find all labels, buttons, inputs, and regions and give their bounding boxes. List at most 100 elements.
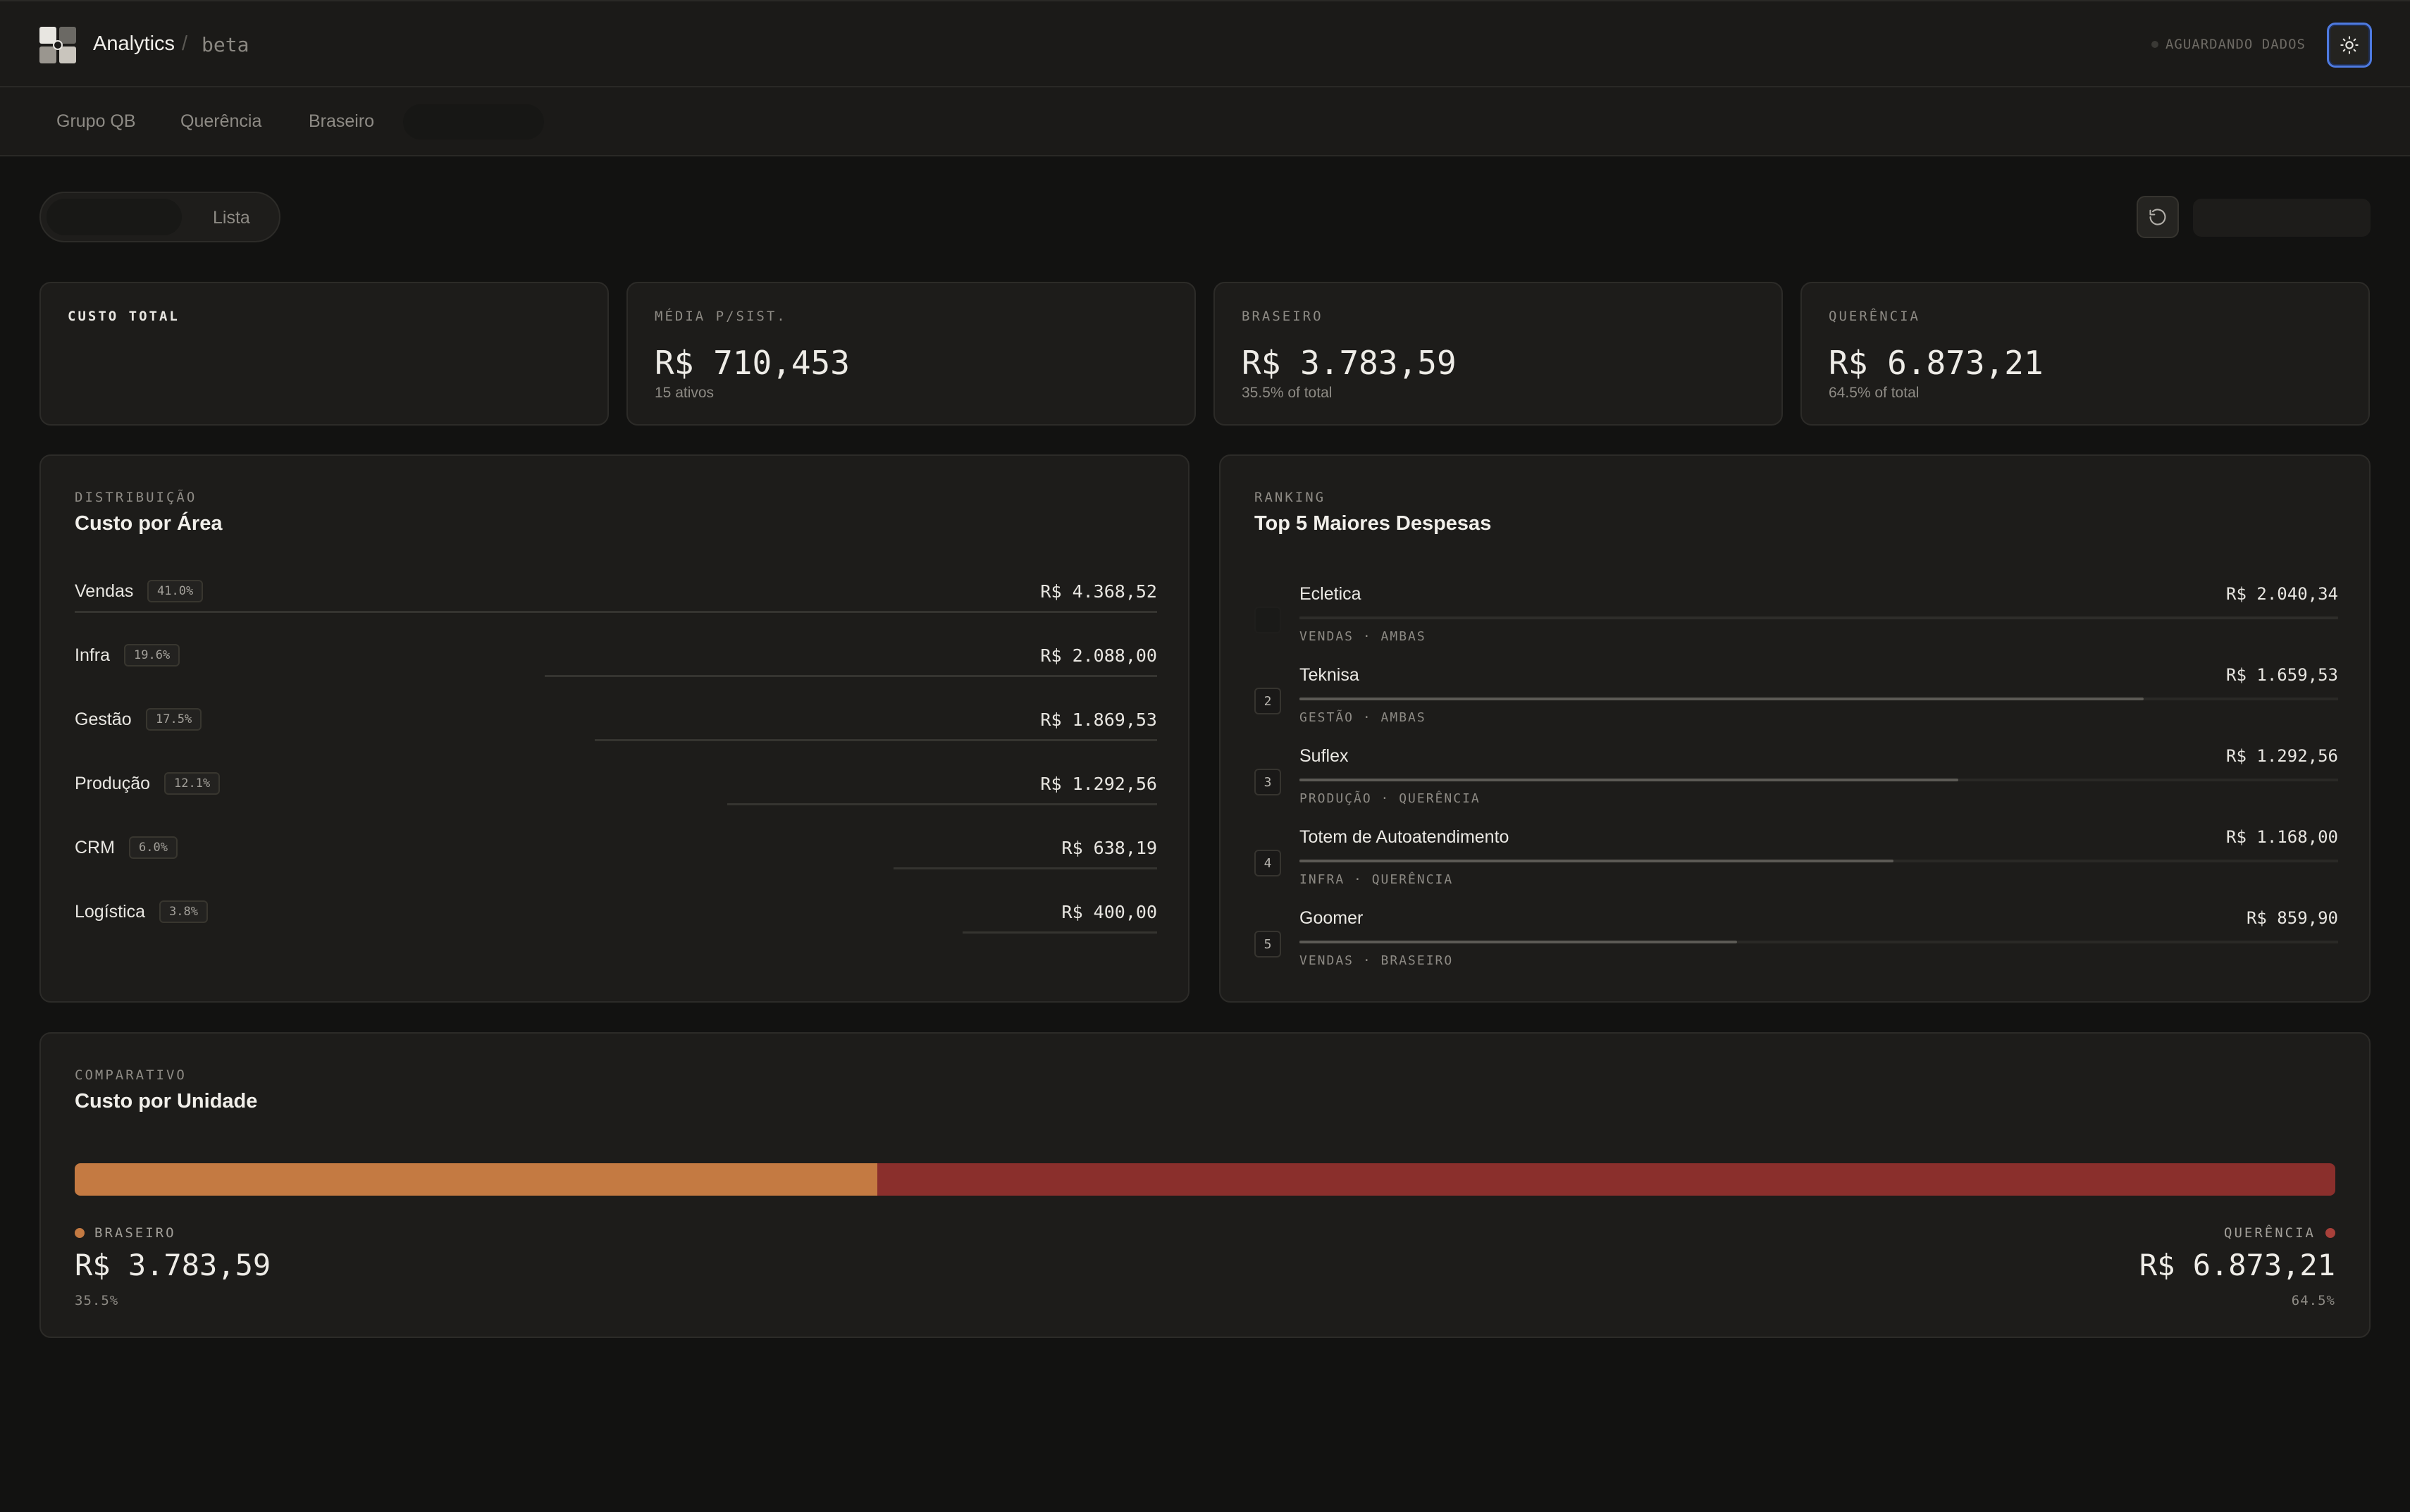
area-row: Logística 3.8% R$ 400,00 bbox=[75, 895, 1157, 951]
area-value: R$ 400,00 bbox=[1061, 902, 1157, 922]
area-bar-fill bbox=[594, 739, 1157, 741]
area-bar-fill bbox=[727, 803, 1157, 805]
section-title: Custo por Área bbox=[75, 512, 223, 535]
unit-tabs: Grupo QB Querência Braseiro bbox=[0, 87, 2410, 156]
expense-name: Teknisa bbox=[1299, 665, 1359, 685]
expense-bar-fill bbox=[1299, 698, 2144, 700]
kpi-card-media: MÉDIA P/SIST. R$ 710,453 15 ativos bbox=[626, 282, 1196, 426]
braseiro-dot-icon bbox=[75, 1228, 85, 1238]
area-row: Vendas 41.0% R$ 4.368,52 bbox=[75, 574, 1157, 631]
kpi-label: CUSTO TOTAL bbox=[68, 309, 180, 324]
kpi-card-braseiro: BRASEIRO R$ 3.783,59 35.5% of total bbox=[1213, 282, 1783, 426]
tab-grupo-qb[interactable]: Grupo QB bbox=[56, 111, 136, 132]
kpi-label: QUERÊNCIA bbox=[1829, 309, 1920, 324]
view-list-button[interactable]: Lista bbox=[213, 208, 250, 228]
expense-bar-fill bbox=[1299, 779, 1958, 781]
area-value: R$ 638,19 bbox=[1061, 838, 1157, 858]
expense-bar-fill bbox=[1299, 941, 1737, 943]
area-bar-track bbox=[75, 867, 1157, 869]
area-bar-fill bbox=[963, 931, 1157, 934]
tab-active-placeholder[interactable] bbox=[403, 104, 544, 140]
rank-number: 3 bbox=[1254, 769, 1281, 795]
area-value: R$ 4.368,52 bbox=[1040, 581, 1157, 602]
area-percent-badge: 3.8% bbox=[159, 900, 208, 923]
querencia-dot-icon bbox=[2325, 1228, 2335, 1238]
kpi-label: BRASEIRO bbox=[1242, 309, 1323, 324]
ranking-row: 3 Suflex R$ 1.292,56 PRODUÇÃO · QUERÊNCIA bbox=[1254, 746, 2338, 827]
area-bar-track bbox=[75, 675, 1157, 677]
period-selector[interactable] bbox=[2193, 199, 2371, 237]
comparison-label-right: QUERÊNCIA bbox=[2224, 1225, 2335, 1241]
area-row: CRM 6.0% R$ 638,19 bbox=[75, 831, 1157, 887]
expense-bar-track bbox=[1299, 616, 2338, 619]
area-name: Produção bbox=[75, 774, 151, 793]
ranking-row: 5 Goomer R$ 859,90 VENDAS · BRASEIRO bbox=[1254, 908, 2338, 989]
expense-bar-track bbox=[1299, 698, 2338, 700]
status-indicator: AGUARDANDO DADOS bbox=[2151, 37, 2306, 52]
rank-number: 5 bbox=[1254, 931, 1281, 958]
tab-querencia[interactable]: Querência bbox=[180, 111, 261, 132]
kpi-sub: 15 ativos bbox=[655, 385, 715, 401]
sun-icon bbox=[2340, 36, 2359, 54]
kpi-sub: 64.5% of total bbox=[1829, 385, 1920, 401]
comparison-segment-braseiro bbox=[75, 1163, 877, 1196]
area-distribution-card: DISTRIBUIÇÃO Custo por Área Vendas 41.0% R… bbox=[39, 454, 1189, 1003]
expense-value: R$ 1.659,53 bbox=[2226, 665, 2338, 685]
comparison-unit-name: QUERÊNCIA bbox=[2224, 1225, 2316, 1241]
comparison-segment-querencia bbox=[877, 1163, 2335, 1196]
area-name: Infra bbox=[75, 645, 111, 665]
area-name: Gestão bbox=[75, 709, 132, 729]
unit-comparison-bar bbox=[75, 1163, 2335, 1196]
refresh-icon bbox=[2149, 209, 2166, 225]
expense-name: Suflex bbox=[1299, 746, 1349, 766]
section-title: Top 5 Maiores Despesas bbox=[1254, 512, 1492, 535]
expense-bar-track bbox=[1299, 779, 2338, 781]
area-value: R$ 2.088,00 bbox=[1040, 645, 1157, 666]
expense-meta: GESTÃO · AMBAS bbox=[1299, 710, 1426, 725]
area-percent-badge: 41.0% bbox=[147, 580, 204, 602]
comparison-value-right: R$ 6.873,21 bbox=[2139, 1248, 2335, 1282]
view-cards-button[interactable] bbox=[47, 199, 182, 235]
ranking-row: Ecletica R$ 2.040,34 VENDAS · AMBAS bbox=[1254, 584, 2338, 665]
area-bar-track bbox=[75, 739, 1157, 741]
section-eyebrow: RANKING bbox=[1254, 490, 1326, 505]
top-expenses-card: RANKING Top 5 Maiores Despesas Ecletica R… bbox=[1219, 454, 2371, 1003]
area-bar-fill bbox=[894, 867, 1157, 869]
rank-number bbox=[1254, 607, 1281, 633]
area-name: CRM bbox=[75, 838, 115, 857]
unit-comparison-card: COMPARATIVO Custo por Unidade BRASEIRO R… bbox=[39, 1032, 2371, 1338]
area-bar-fill bbox=[545, 675, 1157, 677]
kpi-card-querencia: QUERÊNCIA R$ 6.873,21 64.5% of total bbox=[1800, 282, 2370, 426]
rank-number: 2 bbox=[1254, 688, 1281, 714]
area-percent-badge: 6.0% bbox=[129, 836, 178, 859]
kpi-value: R$ 710,453 bbox=[655, 344, 850, 382]
expense-bar-track bbox=[1299, 860, 2338, 862]
comparison-pct-right: 64.5% bbox=[2291, 1293, 2335, 1308]
status-text: AGUARDANDO DADOS bbox=[2165, 37, 2306, 52]
comparison-unit-name: BRASEIRO bbox=[94, 1225, 176, 1241]
expense-meta: VENDAS · AMBAS bbox=[1299, 629, 1426, 644]
refresh-button[interactable] bbox=[2137, 196, 2179, 238]
expense-value: R$ 1.168,00 bbox=[2226, 827, 2338, 847]
area-percent-badge: 19.6% bbox=[124, 644, 180, 667]
expense-value: R$ 1.292,56 bbox=[2226, 746, 2338, 766]
ranking-row: 2 Teknisa R$ 1.659,53 GESTÃO · AMBAS bbox=[1254, 665, 2338, 746]
comparison-value-left: R$ 3.783,59 bbox=[75, 1248, 271, 1282]
kpi-value: R$ 3.783,59 bbox=[1242, 344, 1457, 382]
expense-name: Goomer bbox=[1299, 908, 1364, 928]
area-bar-track bbox=[75, 931, 1157, 934]
kpi-card-total: CUSTO TOTAL bbox=[39, 282, 609, 426]
expense-value: R$ 859,90 bbox=[2246, 908, 2338, 928]
theme-toggle-button[interactable] bbox=[2327, 23, 2372, 68]
area-row: Produção 12.1% R$ 1.292,56 bbox=[75, 767, 1157, 823]
area-row: Infra 19.6% R$ 2.088,00 bbox=[75, 638, 1157, 695]
section-eyebrow: COMPARATIVO bbox=[75, 1067, 187, 1083]
section-eyebrow: DISTRIBUIÇÃO bbox=[75, 490, 197, 505]
tab-braseiro[interactable]: Braseiro bbox=[309, 111, 374, 132]
expense-bar-track bbox=[1299, 941, 2338, 943]
rank-number: 4 bbox=[1254, 850, 1281, 876]
area-value: R$ 1.292,56 bbox=[1040, 774, 1157, 794]
area-bar-track bbox=[75, 803, 1157, 805]
area-value: R$ 1.869,53 bbox=[1040, 709, 1157, 730]
app-header: Analytics / beta AGUARDANDO DADOS bbox=[0, 0, 2410, 87]
